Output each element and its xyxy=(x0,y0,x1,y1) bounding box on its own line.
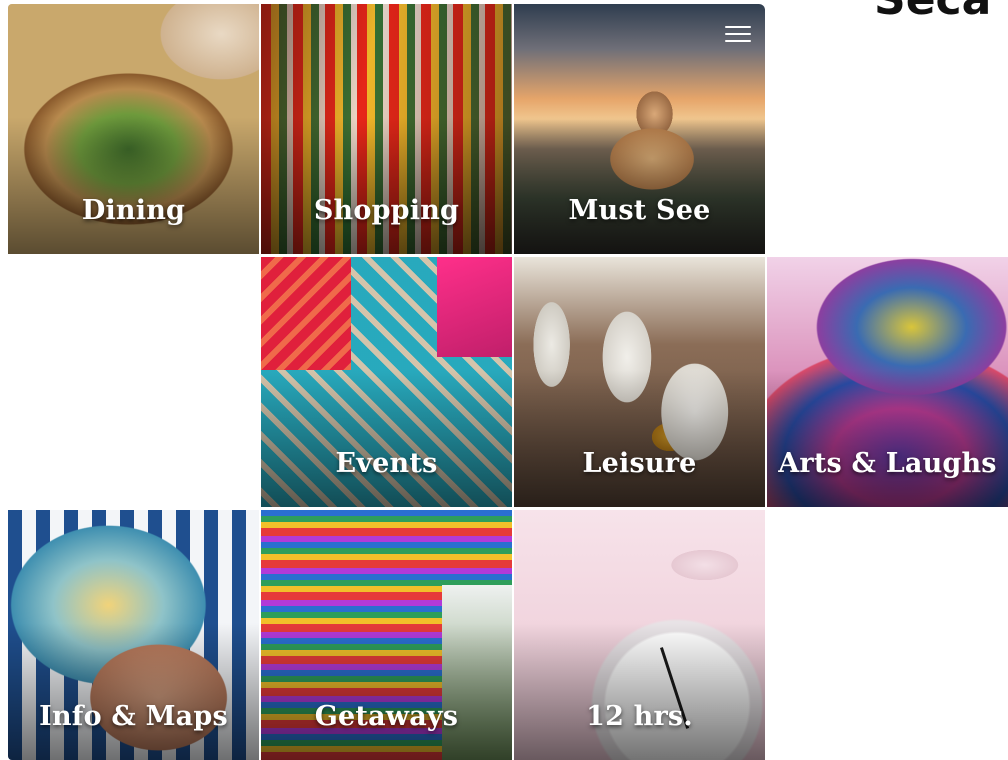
tile-label: Events xyxy=(335,448,438,479)
tile-getaways[interactable]: Getaways xyxy=(261,510,512,760)
tile-12-hrs[interactable]: 12 hrs. xyxy=(514,510,765,760)
hamburger-menu-icon[interactable] xyxy=(725,24,751,44)
tile-label: Getaways xyxy=(314,701,459,732)
tile-leisure[interactable]: Leisure xyxy=(514,257,765,507)
tile-label: 12 hrs. xyxy=(586,701,693,732)
tile-must-see[interactable]: Must See xyxy=(514,4,765,254)
tile-info-maps[interactable]: Info & Maps xyxy=(8,510,259,760)
tile-label: Must See xyxy=(568,195,711,226)
tile-label: Shopping xyxy=(313,195,460,226)
tile-label: Arts & Laughs xyxy=(778,448,997,479)
tile-arts-laughs[interactable]: Arts & Laughs xyxy=(767,257,1008,507)
tile-events[interactable]: Events xyxy=(261,257,512,507)
tile-shopping[interactable]: Shopping xyxy=(261,4,512,254)
tile-label: Leisure xyxy=(582,448,697,479)
tile-dining[interactable]: Dining xyxy=(8,4,259,254)
tile-label: Dining xyxy=(81,195,186,226)
tile-label: Info & Maps xyxy=(39,701,228,732)
category-grid: Dining Shopping Must See Events Leisure … xyxy=(8,4,1008,760)
